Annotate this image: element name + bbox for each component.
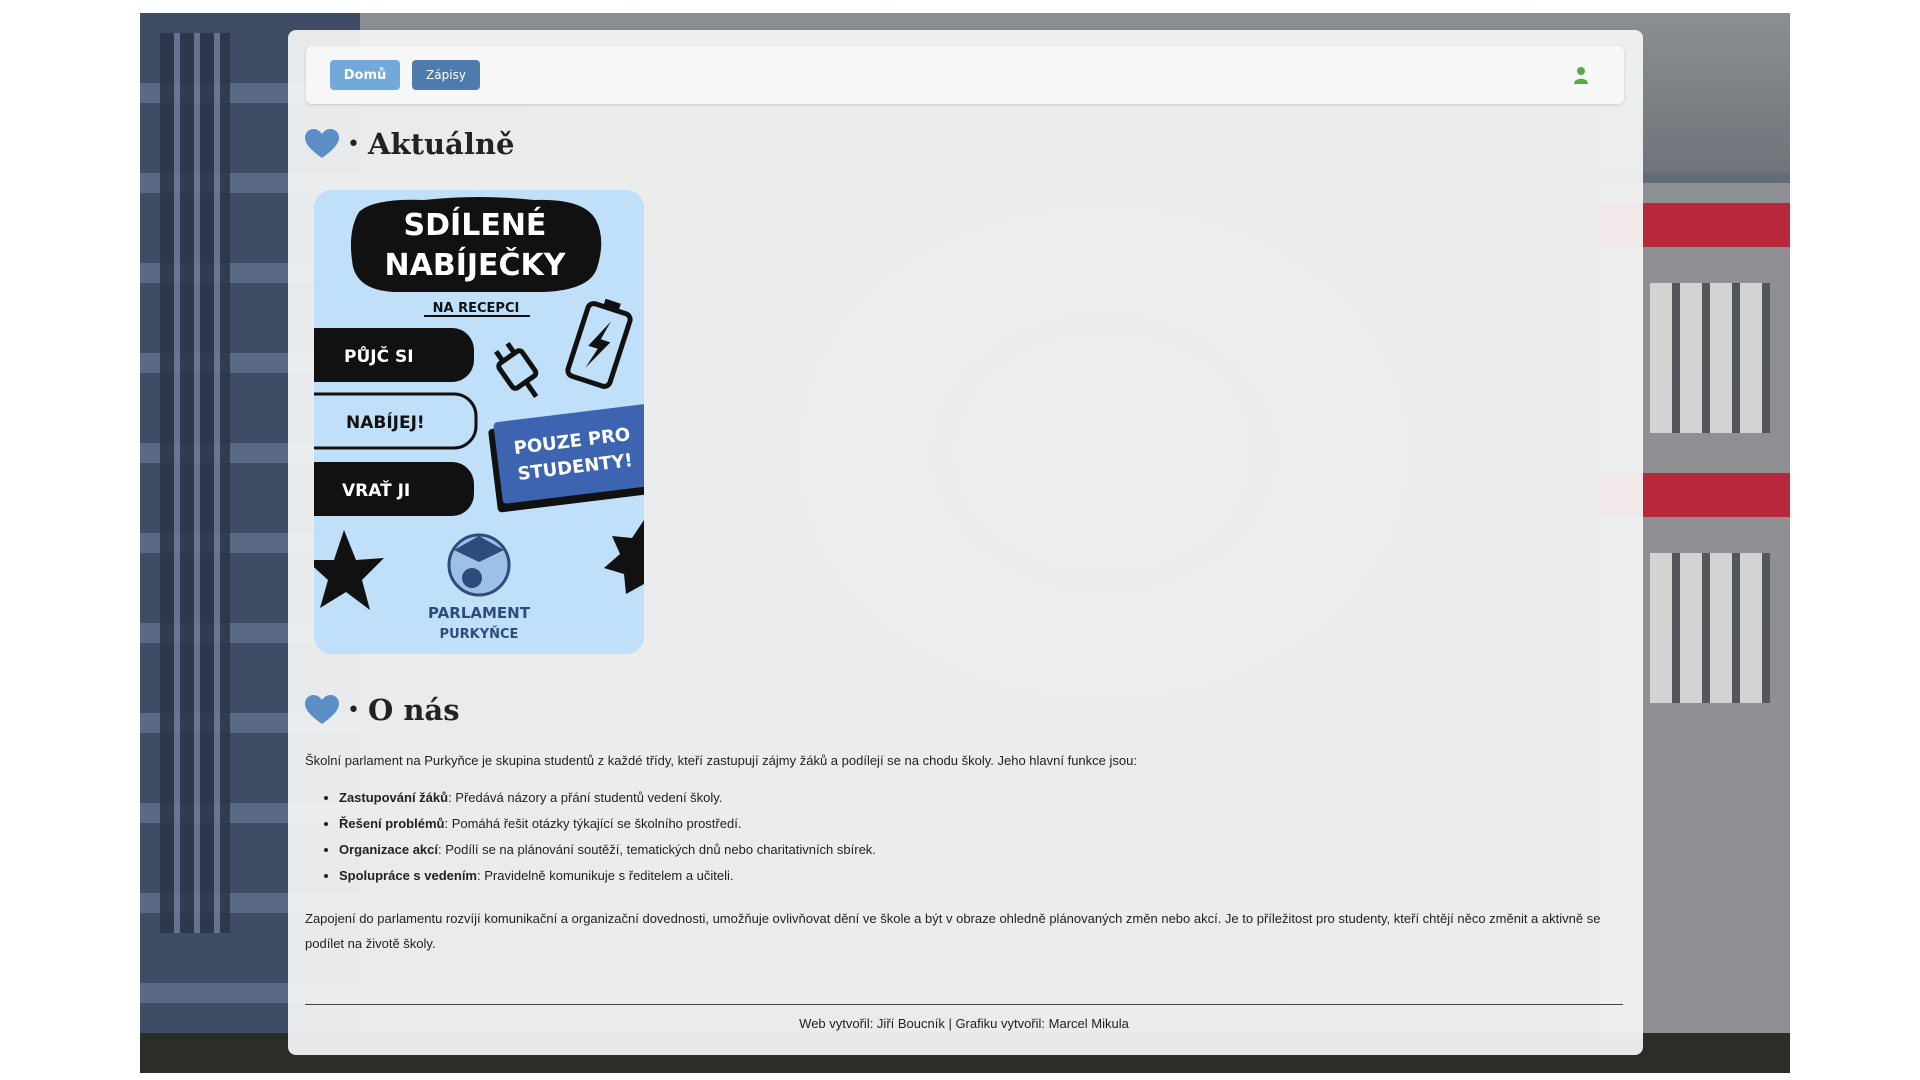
poster-graphic: SDÍLENÉ NABÍJEČKY NA RECEPCI PŮJČ SI NAB…	[314, 190, 644, 654]
poster-subtitle: NA RECEPCI	[433, 301, 520, 316]
logo-text-2: PURKYŇCE	[440, 626, 519, 642]
heart-icon	[305, 129, 339, 158]
function-term: Zastupování žáků	[339, 790, 449, 805]
user-icon[interactable]	[1574, 66, 1588, 84]
function-term: Organizace akcí	[339, 842, 438, 857]
poster-step-2: NABÍJEJ!	[346, 411, 425, 433]
poster-step-3: VRAŤ JI	[342, 479, 410, 501]
list-item: Spolupráce s vedením: Pravidelně komunik…	[339, 863, 876, 889]
list-item: Zastupování žáků: Předává názory a přání…	[339, 785, 876, 811]
news-title: Aktuálně	[367, 127, 515, 161]
logo-text-1: PARLAMENT	[428, 604, 531, 622]
home-button[interactable]: Domů	[330, 60, 400, 90]
footer-credits: Web vytvořil: Jiří Boucník | Grafiku vyt…	[799, 1016, 1129, 1031]
poster-headline-2: NABÍJEČKY	[385, 246, 567, 283]
main-card: Domů Zápisy • Aktuálně SDÍLENÉ NABÍJEČKY…	[288, 30, 1643, 1055]
function-term: Řešení problémů	[339, 816, 445, 831]
about-intro: Školní parlament na Purkyňce je skupina …	[305, 753, 1137, 768]
function-desc: : Pomáhá řešit otázky týkající se školní…	[444, 816, 742, 831]
zapisy-button[interactable]: Zápisy	[412, 60, 480, 90]
about-heading: • O nás	[305, 690, 460, 730]
charger-poster[interactable]: SDÍLENÉ NABÍJEČKY NA RECEPCI PŮJČ SI NAB…	[314, 190, 644, 654]
heading-separator: •	[347, 697, 360, 723]
functions-list: Zastupování žáků: Předává názory a přání…	[305, 785, 876, 889]
list-item: Řešení problémů: Pomáhá řešit otázky týk…	[339, 811, 876, 837]
heading-separator: •	[347, 131, 360, 157]
news-heading: • Aktuálně	[305, 124, 514, 164]
about-outro: Zapojení do parlamentu rozvíjí komunikač…	[305, 911, 1601, 951]
footer-divider	[305, 1004, 1623, 1005]
function-term: Spolupráce s vedením	[339, 868, 477, 883]
poster-headline-1: SDÍLENÉ	[404, 207, 547, 243]
function-desc: : Pravidelně komunikuje s ředitelem a uč…	[477, 868, 734, 883]
function-desc: : Předává názory a přání studentů vedení…	[448, 790, 723, 805]
poster-step-1: PŮJČ SI	[344, 344, 414, 367]
heart-icon	[305, 695, 339, 724]
about-title: O nás	[367, 693, 460, 727]
function-desc: : Podílí se na plánování soutěží, temati…	[438, 842, 876, 857]
list-item: Organizace akcí: Podílí se na plánování …	[339, 837, 876, 863]
navbar: Domů Zápisy	[306, 46, 1624, 104]
